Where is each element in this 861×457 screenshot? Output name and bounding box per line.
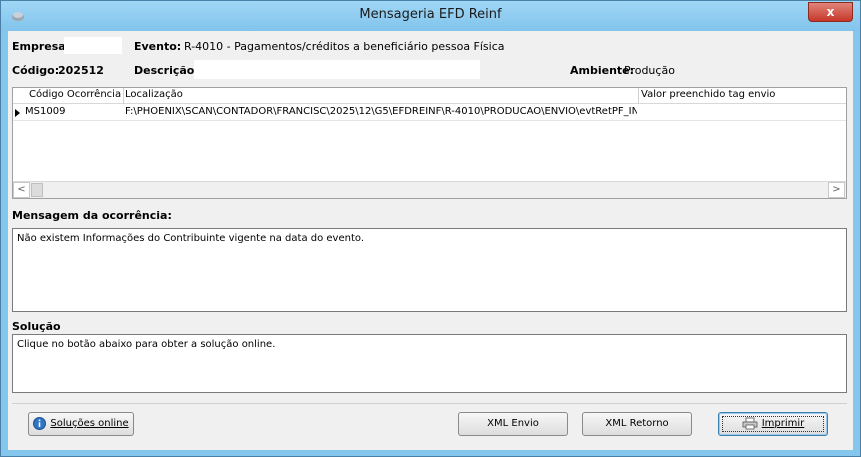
mensagem-text: Não existem Informações do Contribuinte … [17, 233, 364, 244]
empresa-label: Empresa [12, 40, 66, 53]
horizontal-scrollbar[interactable]: < > [13, 181, 846, 198]
column-header-valor[interactable]: Valor preenchido tag envio [641, 89, 775, 100]
scroll-right-button[interactable]: > [828, 182, 845, 198]
xml-envio-button[interactable]: XML Envio [458, 412, 568, 436]
mensagem-textarea[interactable]: Não existem Informações do Contribuinte … [12, 228, 847, 312]
codigo-label: Código: [12, 64, 60, 77]
ambiente-value: Produção [624, 64, 675, 77]
dialog-body: Empresa Evento: R-4010 - Pagamentos/créd… [8, 31, 853, 450]
table-row[interactable]: MS1009 F:\PHOENIX\SCAN\CONTADOR\FRANCISC… [13, 105, 846, 121]
empresa-field [64, 37, 122, 54]
solucoes-online-button[interactable]: Soluções online [28, 412, 134, 436]
scroll-left-button[interactable]: < [13, 182, 30, 198]
divider [12, 403, 847, 404]
solucao-textarea[interactable]: Clique no botão abaixo para obter a solu… [12, 334, 847, 393]
dialog-window: Mensageria EFD Reinf x Empresa Evento: R… [0, 0, 861, 457]
mensagem-label: Mensagem da ocorrência: [12, 209, 172, 222]
xml-retorno-button[interactable]: XML Retorno [582, 412, 692, 436]
title-bar[interactable]: Mensageria EFD Reinf x [1, 1, 860, 31]
grid-header: Código Ocorrência Localização Valor pree… [13, 88, 846, 104]
column-header-codigo[interactable]: Código Ocorrência [29, 89, 121, 100]
descricao-label: Descrição: [134, 64, 199, 77]
scroll-thumb[interactable] [31, 183, 43, 197]
occurrences-grid[interactable]: Código Ocorrência Localização Valor pree… [12, 87, 847, 199]
solucao-label: Solução [12, 320, 61, 333]
cell-codigo[interactable]: MS1009 [25, 106, 121, 117]
codigo-value: 202512 [58, 64, 104, 77]
descricao-field [194, 60, 480, 79]
current-row-indicator-icon [15, 109, 20, 117]
column-header-localizacao[interactable]: Localização [125, 89, 183, 100]
xml-envio-label: XML Envio [487, 418, 539, 429]
cell-localizacao[interactable]: F:\PHOENIX\SCAN\CONTADOR\FRANCISC\2025\1… [125, 106, 637, 117]
window-title: Mensageria EFD Reinf [359, 7, 502, 22]
xml-retorno-label: XML Retorno [605, 418, 669, 429]
close-button[interactable]: x [808, 2, 853, 22]
info-icon [33, 416, 47, 430]
solucoes-online-label: Soluções online [50, 418, 129, 429]
evento-label: Evento: [134, 40, 182, 53]
imprimir-button[interactable]: Imprimir [718, 412, 828, 436]
evento-value: R-4010 - Pagamentos/créditos a beneficiá… [184, 40, 505, 53]
solucao-text: Clique no botão abaixo para obter a solu… [17, 339, 276, 350]
focus-rectangle [722, 416, 824, 432]
